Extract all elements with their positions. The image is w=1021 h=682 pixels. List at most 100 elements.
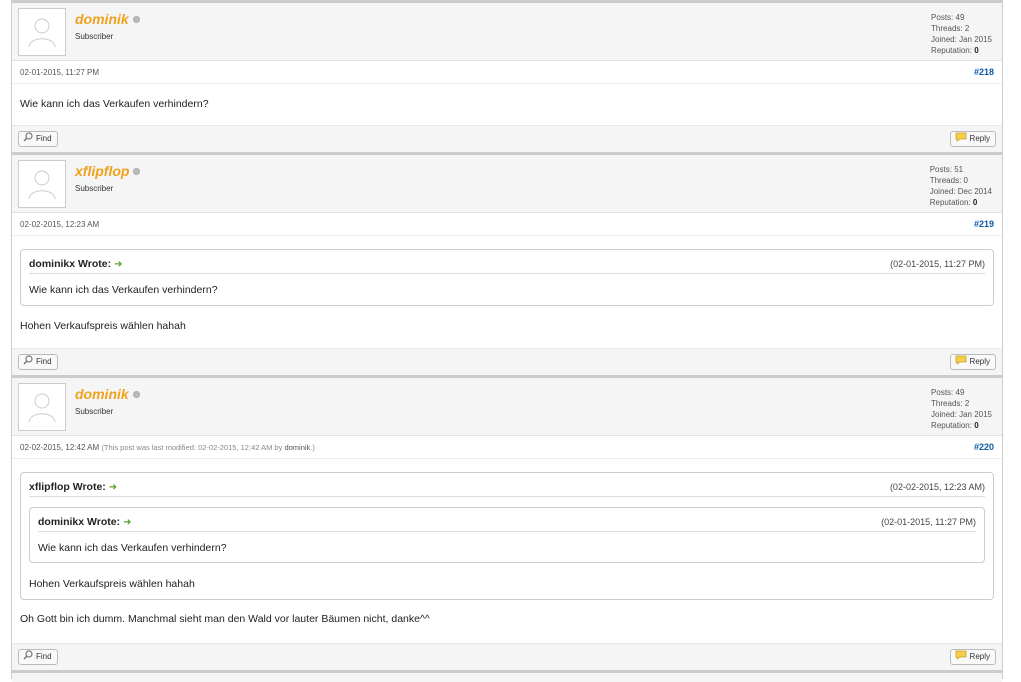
quote-date: (02-02-2015, 12:23 AM) xyxy=(889,482,985,492)
post-controls: Find Reply xyxy=(12,125,1002,152)
joined-date: Jan 2015 xyxy=(959,410,992,419)
threads-label: Threads: xyxy=(929,176,962,185)
find-label: Find xyxy=(36,652,52,661)
posts-count: 51 xyxy=(954,165,964,174)
post-220: dominik Subscriber Posts: 49 Threads: 2 … xyxy=(12,375,1002,644)
post-message: Hohen Verkaufspreis wählen hahah xyxy=(20,320,186,332)
post-219: xflipflop Subscriber Posts: 51 Threads: … xyxy=(12,152,1002,351)
find-label: Find xyxy=(36,134,52,143)
user-stats: Posts: 51 Threads: 0 Joined: Dec 2014 Re… xyxy=(930,164,992,208)
reply-label: Reply xyxy=(969,357,990,366)
post-author-panel: dominik Subscriber Posts: 49 Threads: 2 … xyxy=(12,378,1002,436)
quote-date: (02-01-2015, 11:27 PM) xyxy=(881,517,976,527)
post-number-link[interactable]: #218 xyxy=(974,67,994,77)
user-title: Subscriber xyxy=(75,184,114,193)
posts-label: Posts: xyxy=(931,13,954,22)
find-button[interactable]: Find xyxy=(18,354,58,370)
thread-container: dominik Subscriber Posts: 49 Threads: 2 … xyxy=(11,0,1003,682)
arrow-right-icon[interactable]: ➜ xyxy=(109,482,117,493)
speech-bubble-icon xyxy=(955,650,967,665)
quote-header: dominikx Wrote: ➜ (02-01-2015, 11:27 PM) xyxy=(29,258,985,274)
find-button[interactable]: Find xyxy=(18,649,58,665)
threads-count: 0 xyxy=(963,176,968,185)
quote-text: Hohen Verkaufspreis wählen hahah xyxy=(29,578,195,590)
post-number-link[interactable]: #219 xyxy=(974,219,994,229)
quote-block: dominikx Wrote: ➜ (02-01-2015, 11:27 PM) … xyxy=(20,249,994,306)
quote-text: Wie kann ich das Verkaufen verhindern? xyxy=(29,284,218,296)
default-avatar-icon xyxy=(28,18,56,48)
avatar[interactable] xyxy=(18,160,66,208)
reputation-label: Reputation: xyxy=(931,421,972,430)
post-date: 02-01-2015, 11:27 PM xyxy=(20,68,100,77)
username-text[interactable]: dominik xyxy=(75,386,129,402)
post-author-panel: dominik Subscriber Posts: 49 Threads: 2 … xyxy=(12,3,1002,61)
post-author-panel: xflipflop Subscriber Posts: 51 Threads: … xyxy=(12,155,1002,213)
joined-date: Jan 2015 xyxy=(959,35,992,44)
threads-label: Threads: xyxy=(931,399,963,408)
quote-author: dominikx Wrote: xyxy=(29,258,112,270)
threads-count: 2 xyxy=(964,399,970,408)
avatar[interactable] xyxy=(18,383,66,431)
reply-label: Reply xyxy=(969,134,990,143)
threads-count: 2 xyxy=(964,24,970,33)
find-button[interactable]: Find xyxy=(18,131,58,147)
reputation-value[interactable]: 0 xyxy=(974,421,978,430)
arrow-right-icon[interactable]: ➜ xyxy=(114,259,122,270)
post-body: xflipflop Wrote: ➜ (02-02-2015, 12:23 AM)… xyxy=(12,459,1002,644)
reputation-value[interactable]: 0 xyxy=(973,198,977,207)
post-number-link[interactable]: #220 xyxy=(974,442,994,452)
quote-header: xflipflop Wrote: ➜ (02-02-2015, 12:23 AM) xyxy=(29,481,985,497)
reputation-label: Reputation: xyxy=(931,46,972,55)
username-text[interactable]: xflipflop xyxy=(75,163,129,179)
user-stats: Posts: 49 Threads: 2 Joined: Jan 2015 Re… xyxy=(931,12,992,56)
magnifier-icon xyxy=(23,132,33,147)
reputation-value[interactable]: 0 xyxy=(974,46,978,55)
quote-author: dominikx Wrote: xyxy=(38,516,121,528)
post-218: dominik Subscriber Posts: 49 Threads: 2 … xyxy=(12,0,1002,124)
reply-button[interactable]: Reply xyxy=(949,131,996,147)
threads-label: Threads: xyxy=(931,24,963,33)
nested-quote-block: dominikx Wrote: ➜ (02-01-2015, 11:27 PM) … xyxy=(29,507,985,563)
joined-label: Joined: xyxy=(929,187,956,196)
post-controls: Find Reply xyxy=(12,643,1002,670)
post-message: Wie kann ich das Verkaufen verhindern? xyxy=(20,98,209,110)
post-controls: Find Reply xyxy=(12,348,1002,375)
quote-date: (02-01-2015, 11:27 PM) xyxy=(890,259,985,269)
post-meta: 02-01-2015, 11:27 PM #218 xyxy=(12,61,1002,84)
posts-label: Posts: xyxy=(931,388,954,397)
post-meta: 02-02-2015, 12:42 AM (This post was last… xyxy=(12,436,1002,459)
user-title: Subscriber xyxy=(75,32,114,41)
joined-label: Joined: xyxy=(931,35,957,44)
edited-by-link[interactable]: dominik xyxy=(284,443,310,452)
magnifier-icon xyxy=(23,355,33,370)
post-message: Oh Gott bin ich dumm. Manchmal sieht man… xyxy=(20,613,430,625)
reply-button[interactable]: Reply xyxy=(949,354,996,370)
arrow-right-icon[interactable]: ➜ xyxy=(123,517,131,528)
offline-dot-icon xyxy=(133,168,141,175)
edited-note: (This post was last modified: 02-02-2015… xyxy=(101,443,314,452)
default-avatar-icon xyxy=(28,393,56,423)
quote-author: xflipflop Wrote: xyxy=(29,481,106,493)
speech-bubble-icon xyxy=(955,132,967,147)
joined-date: Dec 2014 xyxy=(957,187,992,196)
next-post-top xyxy=(12,670,1002,682)
post-meta: 02-02-2015, 12:23 AM #219 xyxy=(12,213,1002,236)
avatar[interactable] xyxy=(18,8,66,56)
quote-block: xflipflop Wrote: ➜ (02-02-2015, 12:23 AM)… xyxy=(20,472,994,600)
username-link[interactable]: xflipflop xyxy=(75,163,141,179)
quote-text: Wie kann ich das Verkaufen verhindern? xyxy=(38,542,227,554)
username-link[interactable]: dominik xyxy=(75,11,140,27)
offline-dot-icon xyxy=(132,391,140,398)
joined-label: Joined: xyxy=(931,410,957,419)
post-date-text: 02-02-2015, 12:42 AM xyxy=(20,443,100,452)
speech-bubble-icon xyxy=(955,355,967,370)
user-stats: Posts: 49 Threads: 2 Joined: Jan 2015 Re… xyxy=(931,387,992,431)
edited-suffix: .) xyxy=(310,443,315,452)
offline-dot-icon xyxy=(132,16,140,23)
posts-label: Posts: xyxy=(929,165,952,174)
reputation-label: Reputation: xyxy=(929,198,971,207)
reply-button[interactable]: Reply xyxy=(949,649,996,665)
reply-label: Reply xyxy=(969,652,990,661)
username-text[interactable]: dominik xyxy=(75,11,129,27)
username-link[interactable]: dominik xyxy=(75,386,140,402)
